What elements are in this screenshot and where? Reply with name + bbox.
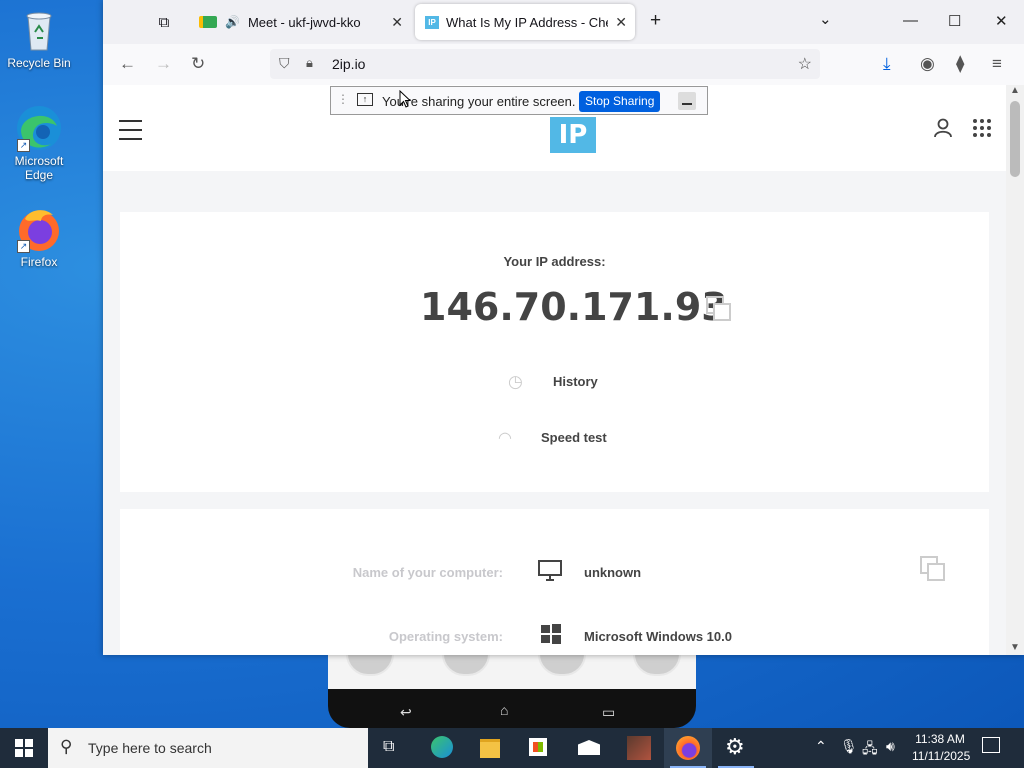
clock-date: 11/11/2025 [912, 749, 971, 763]
taskbar: ⚲ Type here to search ⧉ ⚙ ⌃ 🎙︎ 🖧 🔊︎ 11:3… [0, 728, 1024, 768]
close-window-button[interactable]: ✕ [995, 12, 1008, 30]
history-label[interactable]: History [553, 374, 598, 389]
tab-bar: ⧉ 🔊 Meet - ukf-jwvd-kko ✕ IP What Is My … [103, 0, 1024, 44]
forward-button[interactable]: → [155, 54, 172, 74]
extensions-puzzle-icon[interactable]: ⧫ [956, 54, 964, 74]
desktop-icon-recycle-bin[interactable]: Recycle Bin [1, 6, 77, 70]
mouse-cursor [399, 89, 412, 113]
drag-handle-icon[interactable]: ⋮ [337, 92, 349, 106]
photo-app-icon[interactable] [614, 728, 662, 768]
screen-sharing-indicator: ⋮ ↑ You're sharing your entire screen. S… [330, 86, 708, 115]
shortcut-arrow-icon: ↗ [17, 139, 30, 152]
show-hidden-icons-chevron-icon[interactable]: ⌃ [815, 738, 827, 755]
scrollbar-thumb[interactable] [1010, 101, 1020, 177]
settings-icon[interactable]: ⚙ [712, 728, 760, 768]
minimize-indicator-button[interactable] [678, 92, 696, 110]
copy-icon[interactable] [706, 296, 732, 327]
tab-meet[interactable]: 🔊 Meet - ukf-jwvd-kko ✕ [189, 4, 411, 40]
list-all-tabs-chevron-icon[interactable]: ⌄ [819, 10, 832, 28]
tab-title: What Is My IP Address - Check [446, 14, 608, 30]
2ip-favicon: IP [425, 15, 439, 29]
task-view-icon[interactable]: ⧉ [368, 728, 416, 768]
audio-playing-icon[interactable]: 🔊 [225, 15, 240, 29]
tab-list-button[interactable]: ⧉ [153, 4, 175, 40]
speedometer-icon: ◠ [498, 430, 512, 447]
tab-whats-my-ip[interactable]: IP What Is My IP Address - Check ✕ [415, 4, 635, 40]
new-tab-button[interactable]: + [650, 10, 661, 32]
account-icon[interactable]: ◉ [920, 54, 935, 74]
recycle-bin-icon [15, 6, 63, 54]
history-icon: ◷ [508, 372, 523, 391]
scroll-up-arrow-icon[interactable]: ▲ [1010, 85, 1020, 96]
phone-recents-icon[interactable]: ▭ [602, 704, 615, 721]
copy-icon[interactable] [920, 556, 946, 587]
lock-icon[interactable]: 🔒︎ [306, 55, 313, 71]
info-row-label: Name of your computer: [352, 565, 503, 580]
windows-start-icon [15, 739, 33, 757]
tab-title: Meet - ukf-jwvd-kko [247, 14, 361, 30]
windows-logo-icon [541, 624, 561, 649]
mail-icon[interactable] [565, 728, 613, 768]
file-explorer-icon[interactable] [466, 728, 514, 768]
system-clock[interactable]: 11:38 AM 11/11/2025 [912, 731, 971, 765]
phone-home-icon[interactable]: ⌂ [500, 702, 508, 718]
firefox-icon[interactable] [664, 728, 712, 768]
info-row-value: unknown [584, 565, 642, 580]
search-placeholder: Type here to search [88, 740, 212, 756]
reload-button[interactable]: ↻ [191, 54, 205, 74]
apps-grid-icon[interactable] [973, 119, 991, 142]
phone-back-icon[interactable]: ↩ [400, 704, 412, 721]
computer-info-card: Name of your computer: unknown Operating… [120, 509, 989, 655]
maximize-button[interactable]: ☐ [948, 12, 961, 30]
edge-icon: ↗ [15, 104, 63, 152]
microphone-icon[interactable]: 🎙︎ [840, 738, 858, 755]
sharing-message: You're sharing your entire screen. [382, 94, 576, 109]
url-bar[interactable]: ⛉ 🔒︎ 2ip.io ☆ [270, 49, 820, 79]
bookmark-star-icon[interactable]: ☆ [798, 54, 812, 74]
ip-address-value: 146.70.171.93 [420, 285, 728, 329]
clock-time: 11:38 AM [915, 732, 965, 746]
firefox-icon: ↗ [15, 205, 63, 253]
ip-address-card: Your IP address: 146.70.171.93 ◷ History… [120, 212, 989, 492]
info-row-value: Microsoft Windows 10.0 [584, 629, 732, 644]
downloads-icon[interactable]: ⤓ [883, 54, 891, 74]
search-icon: ⚲ [60, 737, 73, 756]
store-icon[interactable] [514, 728, 562, 768]
start-button[interactable] [0, 728, 48, 768]
tab-list-icon: ⧉ [158, 13, 170, 31]
tracking-protection-shield-icon[interactable]: ⛉ [279, 55, 290, 72]
desktop-icon-firefox[interactable]: ↗ Firefox [1, 205, 77, 269]
close-tab-icon[interactable]: ✕ [612, 14, 627, 31]
monitor-icon [538, 560, 562, 587]
edge-icon[interactable] [418, 728, 466, 768]
taskbar-search-box[interactable]: ⚲ Type here to search [48, 728, 368, 768]
url-text[interactable]: 2ip.io [332, 56, 365, 72]
site-logo[interactable]: IP [550, 117, 596, 153]
volume-icon[interactable]: 🔊︎ [886, 738, 895, 755]
desktop-icon-label: Recycle Bin [7, 56, 71, 70]
screen-share-icon: ↑ [357, 93, 373, 106]
close-tab-icon[interactable]: ✕ [391, 14, 403, 31]
desktop-icon-edge[interactable]: ↗ Microsoft Edge [1, 104, 77, 182]
web-page: IP Your IP address: 146.70.171.93 ◷ Hist… [103, 85, 1006, 655]
scroll-down-arrow-icon[interactable]: ▼ [1010, 642, 1020, 653]
minimize-button[interactable]: — [903, 12, 918, 29]
desktop-icon-label: Microsoft Edge [14, 154, 64, 182]
hamburger-menu-icon[interactable] [119, 120, 142, 147]
network-icon[interactable]: 🖧 [862, 738, 878, 762]
notifications-icon[interactable] [982, 737, 1000, 753]
back-button[interactable]: ← [119, 54, 136, 74]
stop-sharing-button[interactable]: Stop Sharing [579, 91, 661, 112]
page-scrollbar[interactable]: ▲ ▼ [1006, 85, 1024, 655]
navigation-toolbar: ← → ↻ ⛉ 🔒︎ 2ip.io ☆ ⤓ ◉ ⧫ ≡ [103, 44, 1024, 86]
ip-address-label: Your IP address: [503, 254, 606, 269]
speed-test-label[interactable]: Speed test [541, 430, 607, 445]
shortcut-arrow-icon: ↗ [17, 240, 30, 253]
app-menu-icon[interactable]: ≡ [992, 54, 1002, 74]
info-row-label: Operating system: [388, 629, 503, 644]
user-icon[interactable] [934, 118, 952, 143]
desktop-icon-label: Firefox [20, 255, 58, 269]
google-meet-icon [199, 16, 217, 28]
